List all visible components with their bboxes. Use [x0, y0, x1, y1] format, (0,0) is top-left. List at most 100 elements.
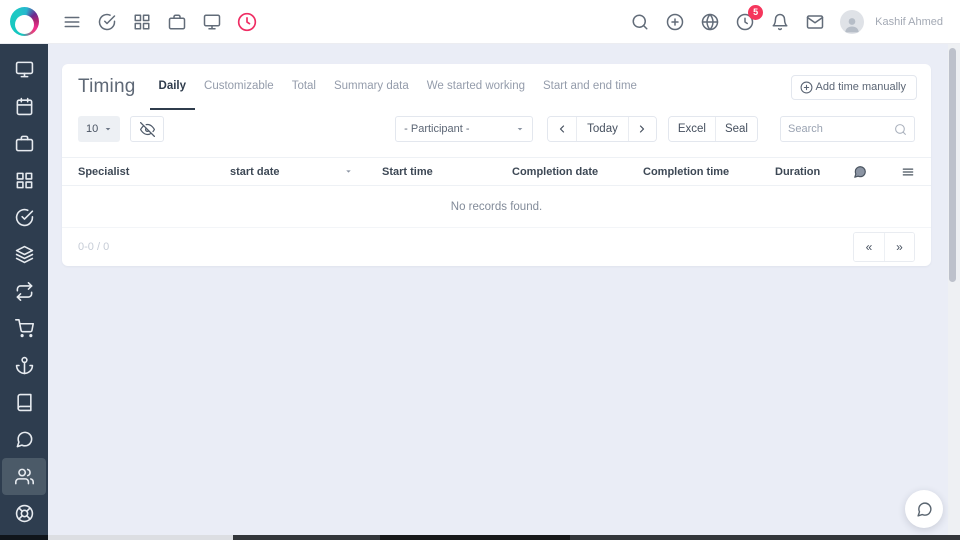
- create-button[interactable]: [665, 12, 685, 32]
- chevron-left-icon: [560, 125, 565, 133]
- tab-customizable[interactable]: Customizable: [195, 64, 283, 110]
- repeat-icon: [16, 282, 32, 301]
- table-footer: 0-0 / 0 « »: [62, 228, 931, 266]
- sidebar-item-monitor[interactable]: [2, 51, 46, 88]
- sidebar-item-help[interactable]: [2, 495, 46, 532]
- column-completion-time[interactable]: Completion time: [643, 166, 775, 178]
- rows-per-page-value: 10: [86, 123, 99, 135]
- table-header-row: Specialist start date Start time Complet…: [62, 157, 931, 186]
- sidebar-item-briefcase[interactable]: [2, 125, 46, 162]
- messages-button[interactable]: [805, 12, 825, 32]
- last-page-button[interactable]: »: [884, 233, 914, 261]
- briefcase-icon: [15, 135, 33, 152]
- search-button[interactable]: [630, 12, 650, 32]
- briefcase-icon: [168, 14, 186, 29]
- sidebar-item-tasks[interactable]: [2, 199, 46, 236]
- column-start-date[interactable]: start date: [230, 166, 382, 178]
- timing-card: Timing Daily Customizable Total Summary …: [62, 64, 931, 266]
- tab-summary-data[interactable]: Summary data: [325, 64, 418, 110]
- tab-daily[interactable]: Daily: [149, 64, 196, 110]
- filter-toolbar: 10 - Participant - Today Excel Seal Sear…: [78, 116, 915, 142]
- search-input[interactable]: [788, 123, 894, 135]
- add-time-label: Add time manually: [815, 81, 907, 93]
- vertical-scrollbar[interactable]: [948, 44, 960, 540]
- layers-icon: [15, 245, 33, 264]
- caret-down-icon: [105, 128, 111, 131]
- prev-day-button[interactable]: [548, 117, 577, 141]
- anchor-icon: [15, 356, 33, 375]
- toggle-columns-button[interactable]: [130, 116, 165, 142]
- sidebar-item-calendar[interactable]: [2, 88, 46, 125]
- column-duration[interactable]: Duration: [775, 166, 837, 178]
- scrollbar-thumb[interactable]: [949, 48, 956, 282]
- apps-grid-icon: [134, 14, 150, 29]
- apps-grid-icon: [16, 172, 32, 189]
- language-button[interactable]: [700, 12, 720, 32]
- support-chat-button[interactable]: [905, 490, 943, 528]
- tab-we-started-working[interactable]: We started working: [418, 64, 534, 110]
- sidebar-item-layers[interactable]: [2, 236, 46, 273]
- person-icon: [845, 17, 859, 32]
- apps-button[interactable]: [132, 12, 152, 32]
- sidebar-item-users-active[interactable]: [2, 458, 46, 495]
- caret-down-icon: [517, 128, 523, 131]
- column-comments[interactable]: [837, 165, 883, 179]
- logo-icon: [9, 7, 39, 36]
- tasks-button[interactable]: [97, 12, 117, 32]
- first-page-button[interactable]: «: [854, 233, 884, 261]
- sidebar-item-cart[interactable]: [2, 310, 46, 347]
- chevron-right-icon: [640, 125, 645, 133]
- next-day-button[interactable]: [627, 117, 656, 141]
- life-buoy-icon: [15, 504, 33, 523]
- sort-caret-icon: [345, 170, 351, 173]
- recent-activity-button[interactable]: 5: [735, 4, 764, 32]
- add-time-manually-button[interactable]: Add time manually: [790, 74, 917, 100]
- rows-per-page-select[interactable]: 10: [78, 116, 121, 142]
- search-icon: [632, 14, 648, 29]
- export-group: Excel Seal: [667, 116, 758, 142]
- sidebar-item-apps[interactable]: [2, 162, 46, 199]
- chat-bubble-icon: [16, 431, 32, 448]
- projects-button[interactable]: [167, 12, 187, 32]
- pager: « »: [853, 232, 915, 262]
- check-circle-icon: [15, 208, 33, 227]
- bottom-edge-strip: [380, 535, 570, 540]
- notifications-button[interactable]: [770, 12, 790, 32]
- app-logo[interactable]: [0, 0, 48, 43]
- column-start-time[interactable]: Start time: [382, 166, 512, 178]
- user-avatar[interactable]: [840, 9, 865, 34]
- tab-bar: Daily Customizable Total Summary data We…: [149, 64, 646, 110]
- topbar-left-icons: [48, 12, 257, 32]
- sidebar-item-book[interactable]: [2, 384, 46, 421]
- date-nav-group: Today: [547, 116, 657, 142]
- timing-button-active[interactable]: [237, 12, 257, 32]
- seal-export-button[interactable]: Seal: [714, 117, 757, 141]
- pagination-range: 0-0 / 0: [78, 241, 110, 253]
- table-menu-button[interactable]: [901, 165, 915, 179]
- page-title: Timing: [78, 76, 136, 97]
- column-specialist[interactable]: Specialist: [78, 166, 230, 178]
- bell-icon: [772, 13, 788, 30]
- today-button[interactable]: Today: [576, 117, 628, 141]
- participant-select[interactable]: - Participant -: [395, 116, 534, 142]
- sidebar-item-repeat[interactable]: [2, 273, 46, 310]
- list-menu-icon: [902, 167, 914, 176]
- bottom-edge-strip: [0, 535, 48, 540]
- sidebar-item-chat[interactable]: [2, 421, 46, 458]
- sidebar-item-anchor[interactable]: [2, 347, 46, 384]
- monitor-icon: [15, 61, 33, 78]
- column-completion-date[interactable]: Completion date: [512, 166, 643, 178]
- menu-toggle-button[interactable]: [62, 12, 82, 32]
- bottom-edge-strip: [233, 535, 960, 540]
- users-icon: [14, 468, 34, 485]
- cart-icon: [14, 319, 34, 338]
- globe-icon: [701, 13, 719, 30]
- bottom-edge-strip: [48, 535, 233, 540]
- tab-total[interactable]: Total: [283, 64, 325, 110]
- monitoring-button[interactable]: [202, 12, 222, 32]
- tab-start-and-end-time[interactable]: Start and end time: [534, 64, 646, 110]
- monitor-icon: [203, 14, 221, 29]
- topbar-right-icons: 5 Kashif Ahmed: [630, 4, 960, 34]
- excel-export-button[interactable]: Excel: [668, 117, 715, 141]
- user-name[interactable]: Kashif Ahmed: [875, 16, 943, 28]
